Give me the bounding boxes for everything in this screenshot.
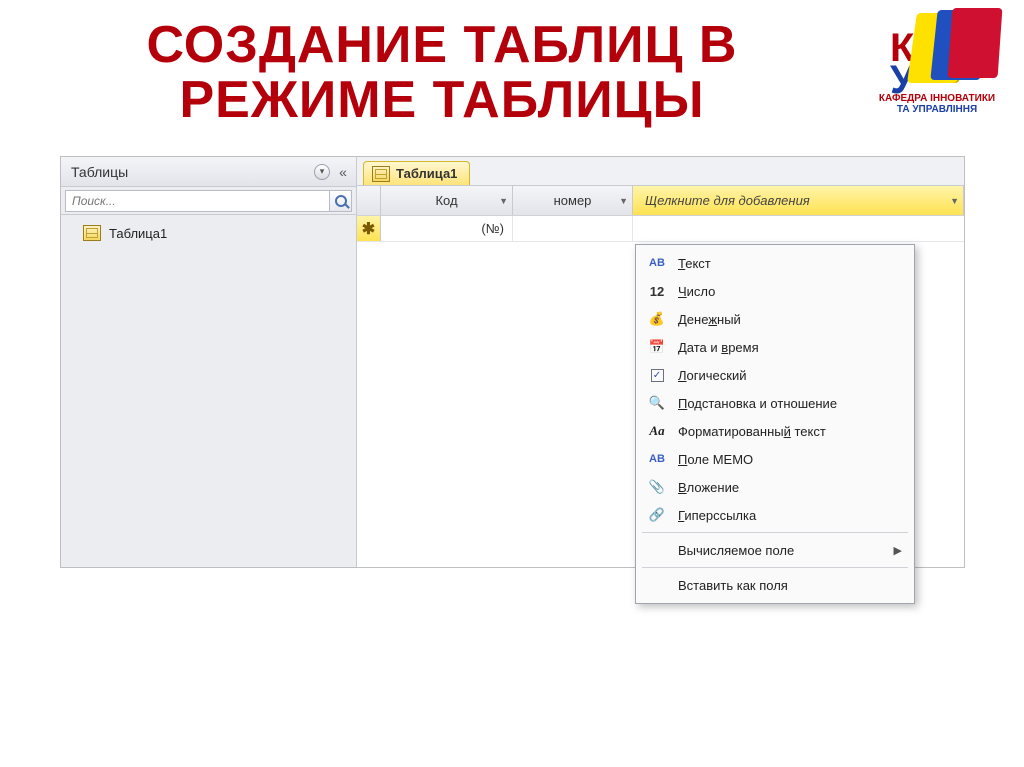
menu-item-label: Денежный <box>678 312 741 327</box>
column-header-kod[interactable]: Код ▼ <box>381 186 513 215</box>
currency-icon: 💰 <box>646 311 668 327</box>
menu-item-text[interactable]: AB Текст <box>638 249 912 277</box>
menu-item-label: Гиперссылка <box>678 508 756 523</box>
menu-item-label: Поле МЕМО <box>678 452 753 467</box>
lookup-icon: 🔍 <box>646 395 668 411</box>
document-area: Таблица1 Код ▼ номер ▼ Щелкните для доба… <box>357 157 964 567</box>
chevron-down-icon: ▼ <box>499 196 508 206</box>
menu-item-datetime[interactable]: 📅 Дата и время <box>638 333 912 361</box>
search-button[interactable] <box>330 190 352 212</box>
logo-caption-1: КАФЕДРА ІННОВАТИКИ <box>862 93 1012 104</box>
row-selector-new[interactable]: ✱ <box>357 216 381 241</box>
search-input[interactable] <box>65 190 330 212</box>
column-header-nomer[interactable]: номер ▼ <box>513 186 633 215</box>
menu-item-memo[interactable]: AB Поле МЕМО <box>638 445 912 473</box>
slide-title: СОЗДАНИЕ ТАБЛИЦ В РЕЖИМЕ ТАБЛИЦЫ <box>40 18 844 127</box>
field-type-menu: AB Текст 12 Число 💰 Денежный 📅 Дата и вр… <box>635 244 915 604</box>
menu-item-currency[interactable]: 💰 Денежный <box>638 305 912 333</box>
nav-filter-button[interactable]: ▾ <box>314 164 330 180</box>
menu-item-label: Подстановка и отношение <box>678 396 837 411</box>
cell-kod[interactable]: (№) <box>381 216 513 241</box>
document-tab-label: Таблица1 <box>396 166 457 181</box>
column-header-add[interactable]: Щелкните для добавления ▼ <box>633 186 964 215</box>
column-header-label: Код <box>435 193 457 208</box>
attachment-icon: 📎 <box>646 479 668 495</box>
menu-item-lookup[interactable]: 🔍 Подстановка и отношение <box>638 389 912 417</box>
nav-header-label: Таблицы <box>71 164 128 180</box>
document-tab[interactable]: Таблица1 <box>363 161 470 185</box>
table-icon <box>83 225 101 241</box>
hyperlink-icon: 🔗 <box>646 507 668 523</box>
nav-collapse-button[interactable]: « <box>336 164 350 180</box>
nav-header[interactable]: Таблицы ▾ « <box>61 157 356 187</box>
chevron-down-icon: ▼ <box>619 196 628 206</box>
menu-item-label: Логический <box>678 368 746 383</box>
text-icon: AB <box>646 257 668 269</box>
new-record-row[interactable]: ✱ (№) <box>357 216 964 242</box>
navigation-pane: Таблицы ▾ « Таблица1 <box>61 157 357 567</box>
submenu-arrow-icon: ▶ <box>894 544 902 557</box>
select-all-corner[interactable] <box>357 186 381 215</box>
calendar-icon: 📅 <box>646 339 668 355</box>
menu-item-attachment[interactable]: 📎 Вложение <box>638 473 912 501</box>
menu-separator <box>642 532 908 533</box>
richtext-icon: Aa <box>646 423 668 439</box>
menu-item-label: Вычисляемое поле <box>678 543 794 558</box>
menu-separator <box>642 567 908 568</box>
menu-item-label: Число <box>678 284 715 299</box>
logo-caption-2: ТА УПРАВЛІННЯ <box>862 104 1012 115</box>
chevron-down-icon: ▼ <box>950 196 959 206</box>
memo-icon: AB <box>646 453 668 465</box>
number-icon: 12 <box>646 284 668 299</box>
menu-item-paste-as-fields[interactable]: Вставить как поля <box>638 571 912 599</box>
nav-item-label: Таблица1 <box>109 226 167 241</box>
access-screenshot: Таблицы ▾ « Таблица1 Таблица1 <box>60 156 965 568</box>
menu-item-label: Вложение <box>678 480 739 495</box>
cell-nomer[interactable] <box>513 216 633 241</box>
menu-item-richtext[interactable]: Aa Форматированный текст <box>638 417 912 445</box>
nav-item-table1[interactable]: Таблица1 <box>61 221 356 245</box>
menu-item-label: Форматированный текст <box>678 424 826 439</box>
datasheet: Код ▼ номер ▼ Щелкните для добавления ▼ … <box>357 185 964 567</box>
menu-item-label: Дата и время <box>678 340 759 355</box>
menu-item-hyperlink[interactable]: 🔗 Гиперссылка <box>638 501 912 529</box>
column-header-label: Щелкните для добавления <box>645 193 810 208</box>
menu-item-label: Вставить как поля <box>678 578 788 593</box>
menu-item-number[interactable]: 12 Число <box>638 277 912 305</box>
menu-item-calculated[interactable]: Вычисляемое поле ▶ <box>638 536 912 564</box>
menu-item-boolean[interactable]: ✓ Логический <box>638 361 912 389</box>
checkbox-icon: ✓ <box>646 369 668 382</box>
menu-item-label: Текст <box>678 256 711 271</box>
column-header-label: номер <box>554 193 592 208</box>
institution-logo: К І У КАФЕДРА ІННОВАТИКИ ТА УПРАВЛІННЯ <box>862 8 1012 128</box>
search-icon <box>335 195 347 207</box>
table-icon <box>372 166 390 182</box>
